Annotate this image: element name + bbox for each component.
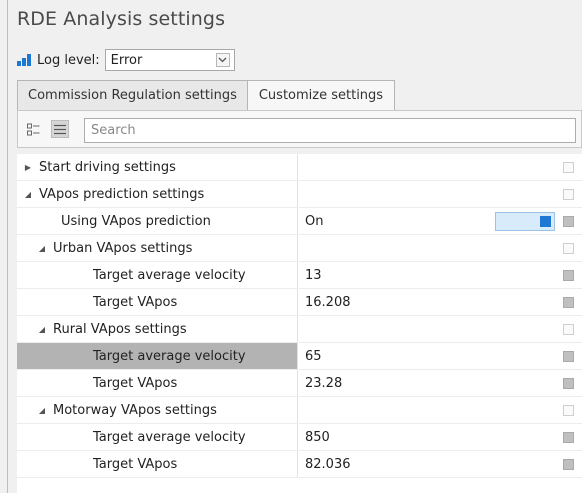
property-name-cell[interactable]: ◢ Urban VApos settings — [17, 235, 298, 262]
property-row[interactable]: Target average velocity 13 — [17, 262, 582, 289]
property-name-cell[interactable]: Target VApos — [17, 451, 298, 478]
tab-commission-regulation[interactable]: Commission Regulation settings — [17, 80, 248, 110]
triangle-down-icon[interactable]: ◢ — [35, 325, 49, 334]
search-input[interactable]: Search — [84, 118, 576, 143]
property-name: Motorway VApos settings — [53, 402, 217, 418]
property-value-cell[interactable]: 16.208 — [299, 289, 582, 316]
vapos-toggle-switch[interactable] — [495, 212, 555, 231]
property-marker-icon[interactable] — [563, 216, 574, 227]
property-value-cell[interactable]: 850 — [299, 424, 582, 451]
property-marker-icon[interactable] — [563, 189, 574, 200]
property-name-cell[interactable]: Target average velocity — [17, 262, 298, 289]
property-name-cell[interactable]: Using VApos prediction — [17, 208, 298, 235]
property-row[interactable]: Target average velocity 850 — [17, 424, 582, 451]
property-marker-icon[interactable] — [563, 432, 574, 443]
tab-bar: Commission Regulation settings Customize… — [17, 80, 396, 110]
property-marker-icon[interactable] — [563, 405, 574, 416]
settings-window: RDE Analysis settings Log level: Error C… — [0, 0, 582, 493]
property-name-cell[interactable]: ◢ VApos prediction settings — [17, 181, 298, 208]
property-value-cell[interactable]: 82.036 — [299, 451, 582, 478]
property-value-cell[interactable] — [299, 235, 582, 262]
chevron-down-icon[interactable] — [215, 53, 230, 67]
tab-customize-settings[interactable]: Customize settings — [246, 80, 396, 110]
property-name-cell[interactable]: Target VApos — [17, 289, 298, 316]
property-name-cell[interactable]: ◢ Motorway VApos settings — [17, 397, 298, 424]
toggle-knob — [540, 216, 551, 227]
property-row[interactable]: ◢ VApos prediction settings — [17, 181, 582, 208]
triangle-down-icon[interactable]: ◢ — [21, 190, 35, 199]
bar-chart-icon — [17, 54, 33, 66]
property-value: 65 — [305, 348, 322, 364]
property-marker-icon[interactable] — [563, 378, 574, 389]
property-row[interactable]: ▶ Start driving settings — [17, 154, 582, 181]
property-value-cell[interactable] — [299, 154, 582, 181]
window-title: RDE Analysis settings — [17, 8, 226, 30]
left-border — [7, 0, 8, 493]
property-name: Rural VApos settings — [53, 321, 187, 337]
property-row[interactable]: Target VApos 82.036 — [17, 451, 582, 478]
property-value: 82.036 — [305, 456, 351, 472]
property-value-cell[interactable]: 23.28 — [299, 370, 582, 397]
property-value: 16.208 — [305, 294, 351, 310]
property-value-cell[interactable] — [299, 397, 582, 424]
property-name: VApos prediction settings — [39, 186, 205, 202]
property-value: 23.28 — [305, 375, 343, 391]
property-marker-icon[interactable] — [563, 324, 574, 335]
property-toolbar: Search — [17, 110, 582, 148]
property-value-cell[interactable]: 13 — [299, 262, 582, 289]
property-value-cell[interactable]: 65 — [299, 343, 582, 370]
property-name: Target VApos — [93, 456, 178, 472]
property-row[interactable]: Target average velocity 65 — [17, 343, 582, 370]
property-value-cell[interactable]: On — [299, 208, 582, 235]
log-level-label: Log level: — [37, 52, 100, 68]
property-value: On — [305, 213, 324, 229]
property-marker-icon[interactable] — [563, 243, 574, 254]
property-value-cell[interactable] — [299, 181, 582, 208]
log-level-value: Error — [110, 52, 143, 68]
property-name: Target VApos — [93, 375, 178, 391]
property-name: Target VApos — [93, 294, 178, 310]
categorized-view-icon[interactable] — [24, 120, 42, 138]
property-grid: ▶ Start driving settings ◢ VApos prediction… — [17, 154, 582, 493]
property-row[interactable]: Using VApos prediction On — [17, 208, 582, 235]
triangle-down-icon[interactable]: ◢ — [35, 406, 49, 415]
property-name: Using VApos prediction — [61, 213, 211, 229]
log-level-row: Log level: Error — [17, 49, 235, 71]
property-value: 13 — [305, 267, 322, 283]
property-value: 850 — [305, 429, 330, 445]
property-name: Target average velocity — [93, 267, 246, 283]
property-row[interactable]: ◢ Urban VApos settings — [17, 235, 582, 262]
list-view-icon[interactable] — [51, 120, 69, 138]
property-marker-icon[interactable] — [563, 351, 574, 362]
property-value-cell[interactable] — [299, 316, 582, 343]
log-level-select[interactable]: Error — [104, 49, 235, 71]
property-name: Target average velocity — [93, 348, 246, 364]
triangle-right-icon[interactable]: ▶ — [21, 163, 35, 172]
property-marker-icon[interactable] — [563, 270, 574, 281]
property-name-cell[interactable]: Target VApos — [17, 370, 298, 397]
property-name-cell[interactable]: Target average velocity — [17, 343, 298, 370]
property-row[interactable]: ◢ Rural VApos settings — [17, 316, 582, 343]
property-name: Start driving settings — [39, 159, 176, 175]
property-name: Urban VApos settings — [53, 240, 193, 256]
property-marker-icon[interactable] — [563, 297, 574, 308]
property-name-cell[interactable]: Target average velocity — [17, 424, 298, 451]
property-name-cell[interactable]: ◢ Rural VApos settings — [17, 316, 298, 343]
property-name: Target average velocity — [93, 429, 246, 445]
property-row[interactable]: Target VApos 16.208 — [17, 289, 582, 316]
triangle-down-icon[interactable]: ◢ — [35, 244, 49, 253]
property-marker-icon[interactable] — [563, 162, 574, 173]
property-row[interactable]: ◢ Motorway VApos settings — [17, 397, 582, 424]
property-marker-icon[interactable] — [563, 459, 574, 470]
property-name-cell[interactable]: ▶ Start driving settings — [17, 154, 298, 181]
property-row[interactable]: Target VApos 23.28 — [17, 370, 582, 397]
